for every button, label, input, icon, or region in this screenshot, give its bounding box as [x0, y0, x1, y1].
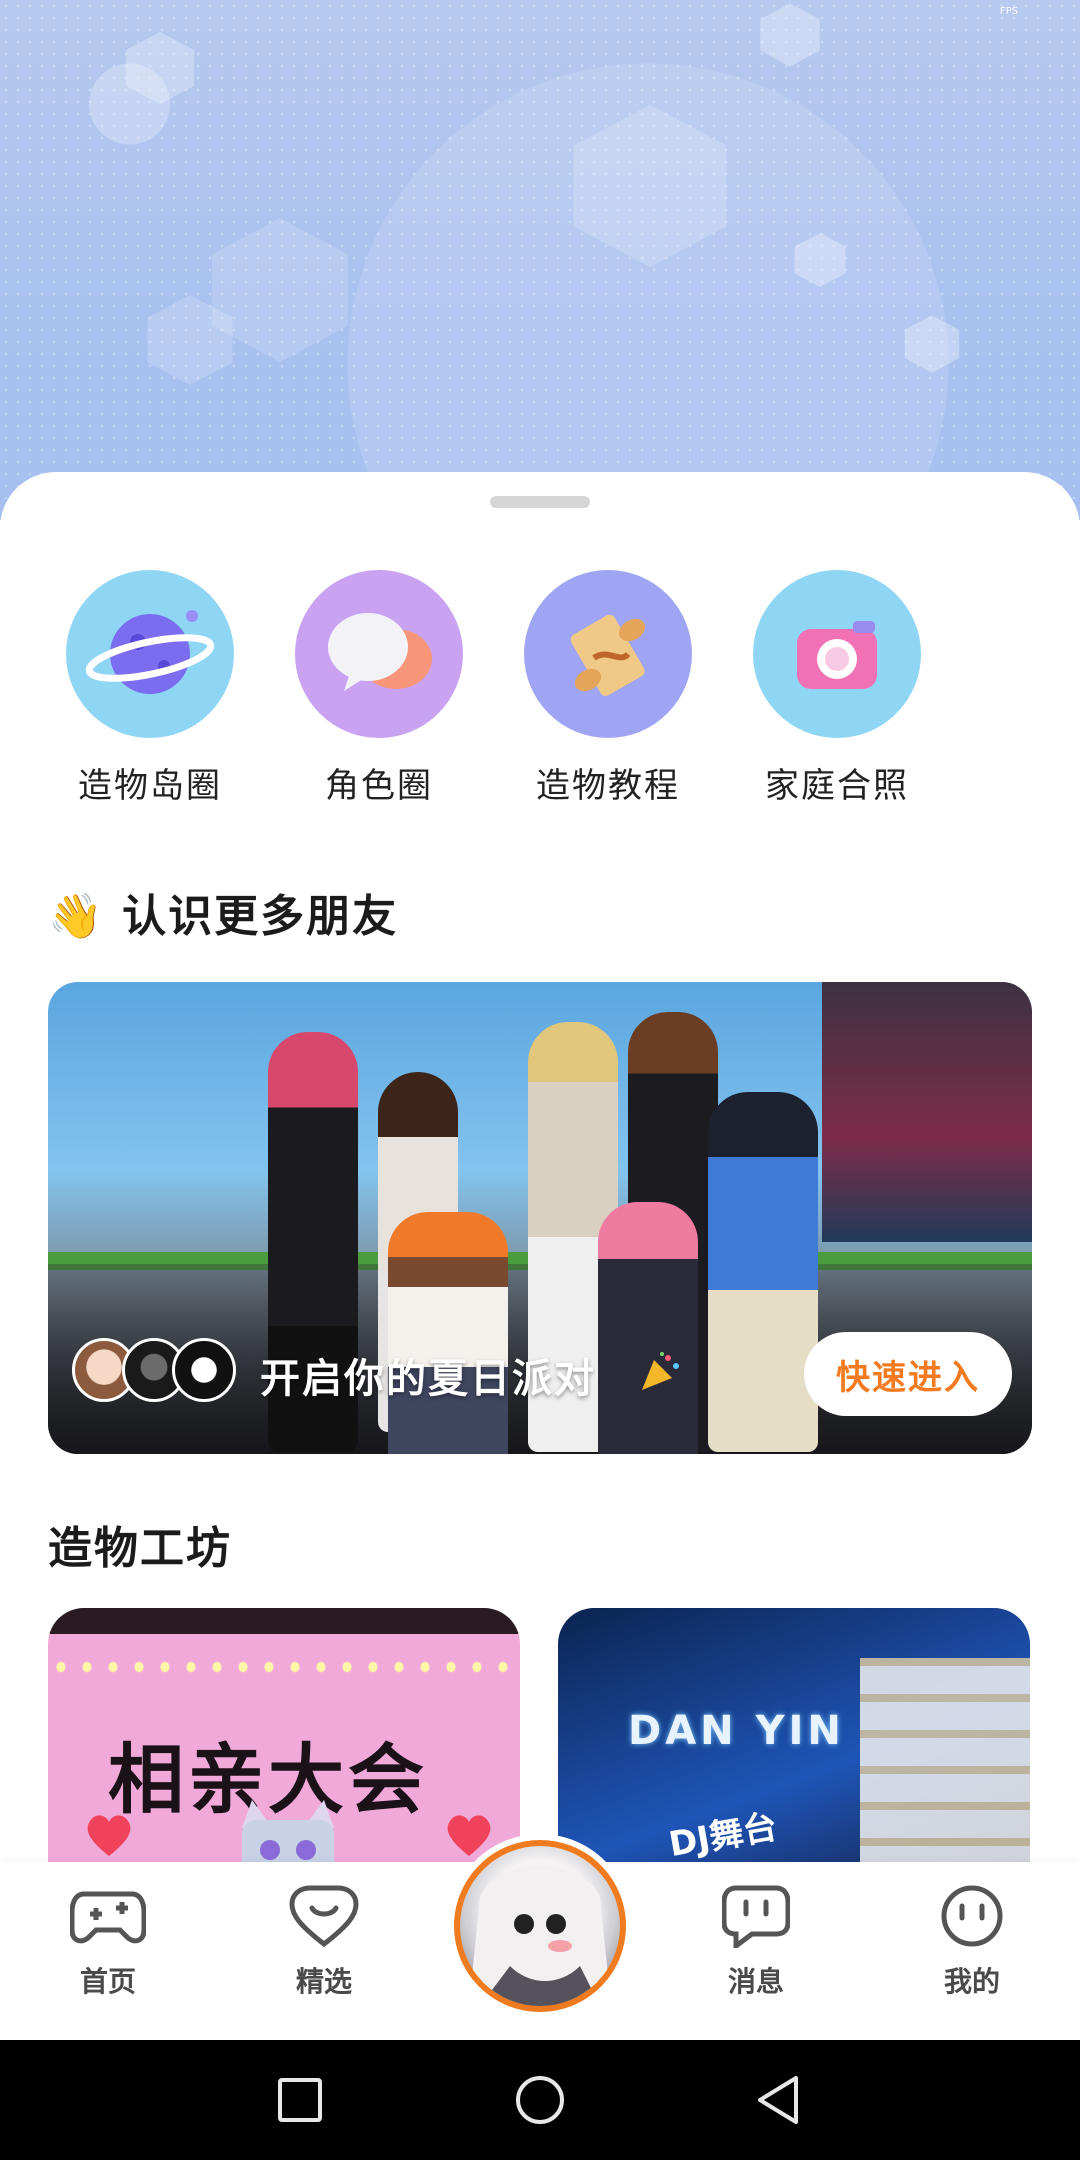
gamepad-icon [69, 1891, 147, 1944]
scroll-icon [524, 570, 692, 738]
party-banner[interactable]: 开启你的夏日派对 快速进入 [48, 982, 1032, 1454]
avatar [454, 1840, 626, 2012]
heart-icon [87, 1815, 131, 1856]
party-popper-icon [642, 1352, 679, 1390]
nav-featured[interactable]: 精选 [264, 1884, 384, 2000]
card-top-bar [48, 1608, 520, 1634]
quick-action-label: 造物教程 [536, 766, 680, 806]
avatar [172, 1338, 236, 1402]
hexagon-decoration [904, 315, 960, 373]
friends-title-text: 认识更多朋友 [122, 891, 399, 942]
hexagon-decoration [126, 32, 194, 104]
chat-bubbles-icon [295, 570, 463, 738]
participant-avatars [72, 1338, 272, 1402]
face-icon [941, 1885, 1003, 1947]
quick-enter-button[interactable]: 快速进入 [804, 1332, 1012, 1416]
nav-label: 首页 [79, 1965, 136, 1998]
hero-background: FPS [0, 0, 1080, 520]
dj-stage-label: DJ舞台 [665, 1806, 781, 1866]
banner-caption: 开启你的夏日派对 [260, 1356, 596, 1402]
heart-chat-icon [289, 1885, 359, 1948]
hexagon-decoration [794, 233, 846, 287]
quick-action-label: 家庭合照 [765, 766, 909, 806]
quick-action-family-photo[interactable]: 家庭合照 [737, 570, 937, 807]
quick-action-island-circle[interactable]: 造物岛圈 [50, 570, 250, 807]
wave-hand-icon: 👋 [48, 891, 105, 942]
fps-indicator: FPS [999, 6, 1018, 17]
camera-icon [753, 570, 921, 738]
nav-label: 精选 [295, 1965, 352, 1998]
nav-label: 消息 [727, 1965, 784, 1998]
quick-actions: 造物岛圈 角色圈 造物教程 家庭合照 [0, 570, 1080, 810]
hexagon-decoration [573, 105, 727, 267]
nav-home[interactable]: 首页 [48, 1884, 168, 2000]
character-figure [708, 1092, 818, 1452]
system-navigation-bar [0, 2040, 1080, 2160]
home-icon[interactable] [510, 2070, 570, 2130]
nav-messages[interactable]: 消息 [696, 1884, 816, 2000]
quick-action-role-circle[interactable]: 角色圈 [279, 570, 479, 807]
message-icon [721, 1885, 791, 1951]
banner-building [822, 982, 1032, 1242]
recent-apps-icon[interactable] [270, 2070, 330, 2130]
nav-profile[interactable]: 我的 [912, 1884, 1032, 2000]
drag-handle[interactable] [490, 496, 590, 508]
string-lights [48, 1652, 520, 1682]
hexagon-decoration [147, 295, 233, 385]
quick-action-label: 角色圈 [325, 766, 433, 806]
cat-robot-icon [242, 1800, 334, 1868]
character-figure [388, 1212, 508, 1454]
center-create-avatar-button[interactable] [448, 1834, 632, 2018]
character-figure [598, 1202, 698, 1454]
store-shelf [860, 1658, 1030, 1868]
workshop-card-matchmaking[interactable]: 相亲大会 [48, 1608, 520, 1868]
planet-icon [66, 570, 234, 738]
quick-action-tutorial[interactable]: 造物教程 [508, 570, 708, 807]
nav-label: 我的 [943, 1965, 1000, 1998]
quick-action-label: 造物岛圈 [78, 766, 222, 806]
workshop-section-title: 造物工坊 [48, 1523, 232, 1574]
back-icon[interactable] [750, 2070, 810, 2130]
content-sheet: 造物岛圈 角色圈 造物教程 家庭合照 👋 认识更多朋友 开启你的夏日派对 快速进… [0, 472, 1080, 1872]
hexagon-decoration [760, 3, 820, 67]
friends-section-title: 👋 认识更多朋友 [48, 880, 398, 944]
neon-sign: DAN YIN [628, 1708, 845, 1754]
workshop-card-dj-stage[interactable]: DAN YIN DJ舞台 [558, 1608, 1030, 1868]
